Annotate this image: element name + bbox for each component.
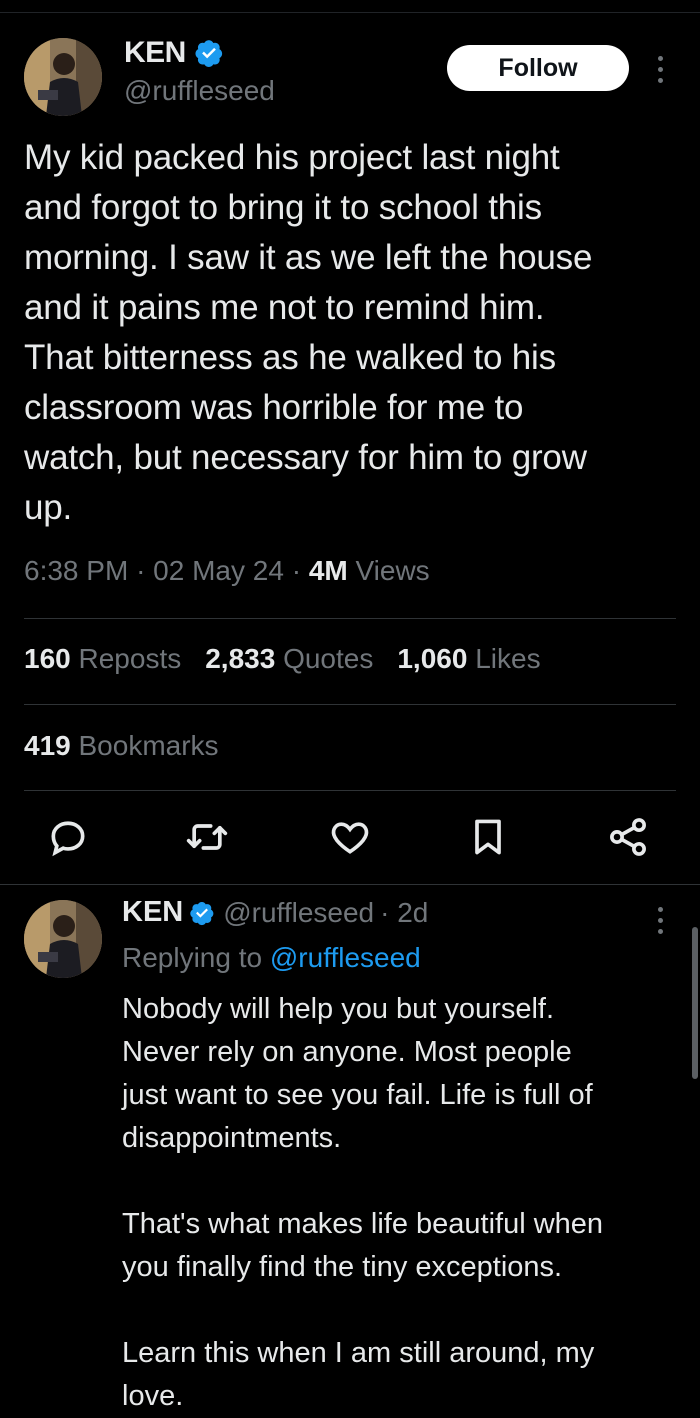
quotes-stat[interactable]: 2,833 Quotes <box>205 643 373 675</box>
tweet-date[interactable]: 02 May 24 <box>153 555 284 586</box>
bookmarks-count: 419 <box>24 730 71 761</box>
top-divider <box>0 12 700 13</box>
tweet-time[interactable]: 6:38 PM <box>24 555 128 586</box>
views-label: Views <box>355 555 430 586</box>
repost-icon[interactable] <box>185 815 229 859</box>
meta-separator: · <box>291 555 309 586</box>
reply-icon[interactable] <box>46 815 90 859</box>
avatar[interactable] <box>24 38 102 116</box>
avatar-photo <box>24 900 102 978</box>
divider <box>24 790 676 791</box>
meta-separator: · <box>136 555 154 586</box>
divider <box>24 704 676 705</box>
quotes-count: 2,833 <box>205 643 276 674</box>
scrollbar[interactable] <box>692 927 698 1079</box>
bookmarks-label: Bookmarks <box>78 730 219 761</box>
author-name[interactable]: KEN <box>124 36 186 70</box>
reply-age: · 2d <box>380 896 429 928</box>
divider <box>24 618 676 619</box>
verified-badge-icon <box>189 900 215 926</box>
replying-to: Replying to @ruffleseed <box>122 942 421 974</box>
reposts-label: Reposts <box>78 643 182 674</box>
avatar-photo <box>24 38 102 116</box>
likes-count: 1,060 <box>397 643 468 674</box>
replying-prefix: Replying to <box>122 942 263 973</box>
replying-handle-link[interactable]: @ruffleseed <box>270 942 421 973</box>
reply-author-handle[interactable]: @ruffleseed <box>223 897 374 929</box>
verified-badge-icon <box>194 38 224 68</box>
views-count: 4M <box>308 555 348 586</box>
reposts-count: 160 <box>24 643 71 674</box>
reply-more-options-icon[interactable] <box>655 907 665 934</box>
bookmark-icon[interactable] <box>466 815 510 859</box>
engagement-stats: 160 Reposts 2,833 Quotes 1,060 Likes <box>24 643 541 675</box>
thread-separator <box>0 884 700 885</box>
reply-header: KEN @ruffleseed · 2d <box>122 896 428 929</box>
follow-button[interactable]: Follow <box>447 45 629 91</box>
author-handle[interactable]: @ruffleseed <box>124 75 275 107</box>
reposts-stat[interactable]: 160 Reposts <box>24 643 181 675</box>
share-icon[interactable] <box>606 815 650 859</box>
like-icon[interactable] <box>328 815 372 859</box>
tweet-text: My kid packed his project last night and… <box>24 138 593 527</box>
reply-text: Nobody will help you but yourself. Never… <box>122 993 604 1412</box>
author-row[interactable]: KEN <box>124 36 224 70</box>
reply-avatar[interactable] <box>24 900 102 978</box>
likes-stat[interactable]: 1,060 Likes <box>397 643 540 675</box>
quotes-label: Quotes <box>283 643 374 674</box>
tweet-meta: 6:38 PM · 02 May 24 · 4M Views <box>24 555 430 587</box>
more-options-icon[interactable] <box>655 56 665 83</box>
reply-author-name[interactable]: KEN <box>122 896 183 929</box>
bookmarks-stat[interactable]: 419 Bookmarks <box>24 730 219 762</box>
action-bar <box>0 815 700 865</box>
likes-label: Likes <box>475 643 541 674</box>
